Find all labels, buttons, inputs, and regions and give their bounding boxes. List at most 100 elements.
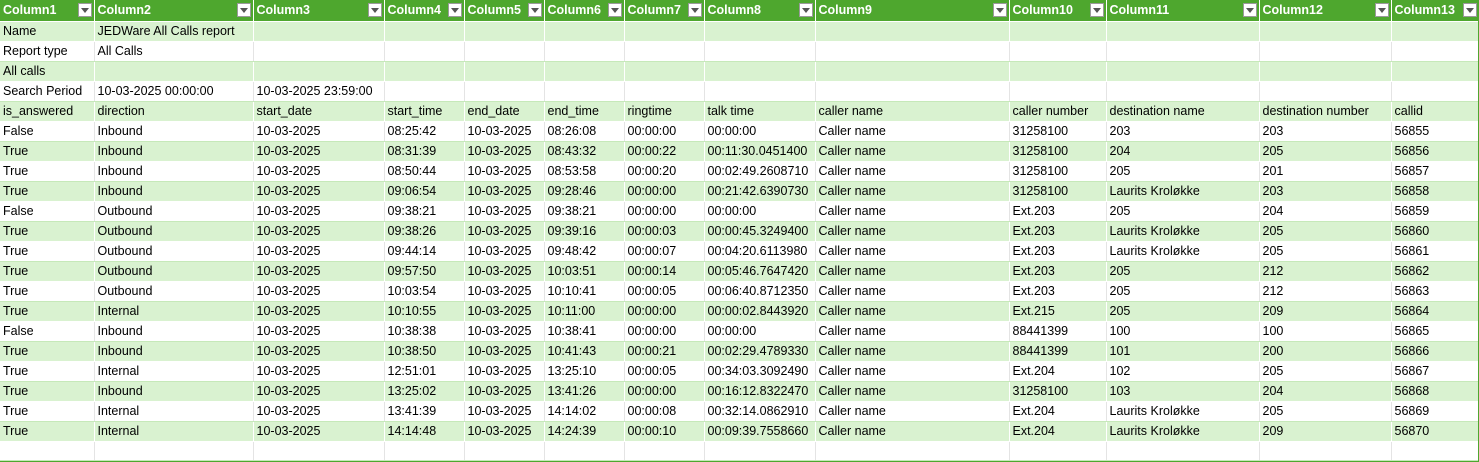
- table-cell[interactable]: Outbound: [94, 241, 254, 262]
- table-cell[interactable]: True: [0, 221, 95, 242]
- table-cell[interactable]: Ext.203: [1009, 261, 1107, 282]
- table-cell[interactable]: [704, 81, 816, 102]
- table-cell[interactable]: [1009, 41, 1107, 62]
- table-cell[interactable]: [815, 41, 1010, 62]
- table-cell[interactable]: Ext.215: [1009, 301, 1107, 322]
- table-cell[interactable]: True: [0, 361, 95, 382]
- table-cell[interactable]: 00:00:00: [624, 181, 705, 202]
- table-cell[interactable]: 10-03-2025: [253, 281, 385, 302]
- table-cell[interactable]: [1391, 61, 1479, 82]
- table-cell[interactable]: 10-03-2025: [253, 121, 385, 142]
- table-cell[interactable]: [624, 81, 705, 102]
- table-cell[interactable]: [253, 441, 385, 461]
- table-cell[interactable]: [94, 441, 254, 461]
- table-cell[interactable]: 09:44:14: [384, 241, 465, 262]
- table-cell[interactable]: 88441399: [1009, 321, 1107, 342]
- table-cell[interactable]: 00:09:39.7558660: [704, 421, 816, 442]
- table-cell[interactable]: 10-03-2025: [464, 281, 545, 302]
- table-cell[interactable]: Caller name: [815, 241, 1010, 262]
- table-cell[interactable]: [384, 21, 465, 42]
- table-cell[interactable]: All calls: [0, 61, 95, 82]
- column-header[interactable]: Column5: [464, 0, 545, 22]
- table-cell[interactable]: Name: [0, 21, 95, 42]
- table-cell[interactable]: True: [0, 181, 95, 202]
- table-cell[interactable]: start_time: [384, 101, 465, 122]
- column-header[interactable]: Column2: [94, 0, 254, 22]
- table-cell[interactable]: 00:00:45.3249400: [704, 221, 816, 242]
- table-cell[interactable]: 10-03-2025: [464, 321, 545, 342]
- table-cell[interactable]: False: [0, 321, 95, 342]
- table-cell[interactable]: 10-03-2025: [464, 261, 545, 282]
- filter-dropdown-icon[interactable]: [992, 3, 1007, 17]
- table-cell[interactable]: 10-03-2025: [253, 421, 385, 442]
- filter-dropdown-icon[interactable]: [1242, 3, 1257, 17]
- column-header[interactable]: Column10: [1009, 0, 1107, 22]
- column-header[interactable]: Column7: [624, 0, 705, 22]
- column-header[interactable]: Column8: [704, 0, 816, 22]
- table-cell[interactable]: [815, 441, 1010, 461]
- table-cell[interactable]: is_answered: [0, 101, 95, 122]
- table-cell[interactable]: [464, 21, 545, 42]
- filter-dropdown-icon[interactable]: [607, 3, 622, 17]
- table-cell[interactable]: 31258100: [1009, 121, 1107, 142]
- table-cell[interactable]: 10-03-2025: [464, 181, 545, 202]
- table-cell[interactable]: 204: [1259, 381, 1392, 402]
- filter-dropdown-icon[interactable]: [687, 3, 702, 17]
- table-cell[interactable]: talk time: [704, 101, 816, 122]
- table-cell[interactable]: [1391, 41, 1479, 62]
- table-cell[interactable]: True: [0, 381, 95, 402]
- table-cell[interactable]: 205: [1106, 161, 1260, 182]
- table-cell[interactable]: Ext.204: [1009, 401, 1107, 422]
- table-cell[interactable]: 56857: [1391, 161, 1479, 182]
- table-cell[interactable]: 205: [1106, 301, 1260, 322]
- table-cell[interactable]: 10-03-2025: [464, 141, 545, 162]
- table-cell[interactable]: [624, 41, 705, 62]
- table-cell[interactable]: 10-03-2025: [253, 401, 385, 422]
- table-cell[interactable]: True: [0, 141, 95, 162]
- table-cell[interactable]: 00:00:08: [624, 401, 705, 422]
- table-cell[interactable]: Outbound: [94, 221, 254, 242]
- table-cell[interactable]: Ext.203: [1009, 201, 1107, 222]
- table-cell[interactable]: Caller name: [815, 421, 1010, 442]
- column-header[interactable]: Column12: [1259, 0, 1392, 22]
- table-cell[interactable]: 201: [1259, 161, 1392, 182]
- table-cell[interactable]: Inbound: [94, 161, 254, 182]
- table-cell[interactable]: [0, 441, 95, 461]
- table-cell[interactable]: JEDWare All Calls report: [94, 21, 254, 42]
- table-cell[interactable]: 203: [1259, 181, 1392, 202]
- table-cell[interactable]: [544, 441, 625, 461]
- table-cell[interactable]: [544, 81, 625, 102]
- table-cell[interactable]: 08:25:42: [384, 121, 465, 142]
- table-cell[interactable]: [384, 81, 465, 102]
- table-cell[interactable]: Ext.204: [1009, 361, 1107, 382]
- table-cell[interactable]: 00:06:40.8712350: [704, 281, 816, 302]
- table-cell[interactable]: True: [0, 301, 95, 322]
- filter-dropdown-icon[interactable]: [77, 3, 92, 17]
- table-cell[interactable]: 56868: [1391, 381, 1479, 402]
- table-cell[interactable]: 56867: [1391, 361, 1479, 382]
- table-cell[interactable]: [704, 441, 816, 461]
- filter-dropdown-icon[interactable]: [447, 3, 462, 17]
- table-cell[interactable]: 56865: [1391, 321, 1479, 342]
- table-cell[interactable]: Caller name: [815, 221, 1010, 242]
- table-cell[interactable]: 100: [1106, 321, 1260, 342]
- table-cell[interactable]: [1259, 61, 1392, 82]
- table-cell[interactable]: 205: [1259, 401, 1392, 422]
- table-cell[interactable]: 00:02:29.4789330: [704, 341, 816, 362]
- table-cell[interactable]: 10-03-2025: [253, 261, 385, 282]
- table-cell[interactable]: 14:24:39: [544, 421, 625, 442]
- table-cell[interactable]: 09:38:21: [544, 201, 625, 222]
- table-cell[interactable]: destination number: [1259, 101, 1392, 122]
- table-cell[interactable]: 00:00:00: [704, 201, 816, 222]
- table-cell[interactable]: 31258100: [1009, 141, 1107, 162]
- table-cell[interactable]: 12:51:01: [384, 361, 465, 382]
- table-cell[interactable]: Laurits Kroløkke: [1106, 401, 1260, 422]
- table-cell[interactable]: [1391, 441, 1479, 461]
- table-cell[interactable]: Caller name: [815, 261, 1010, 282]
- table-cell[interactable]: [1009, 21, 1107, 42]
- table-cell[interactable]: 10:11:00: [544, 301, 625, 322]
- table-cell[interactable]: 08:26:08: [544, 121, 625, 142]
- table-cell[interactable]: Inbound: [94, 381, 254, 402]
- table-cell[interactable]: Inbound: [94, 341, 254, 362]
- table-cell[interactable]: [1106, 61, 1260, 82]
